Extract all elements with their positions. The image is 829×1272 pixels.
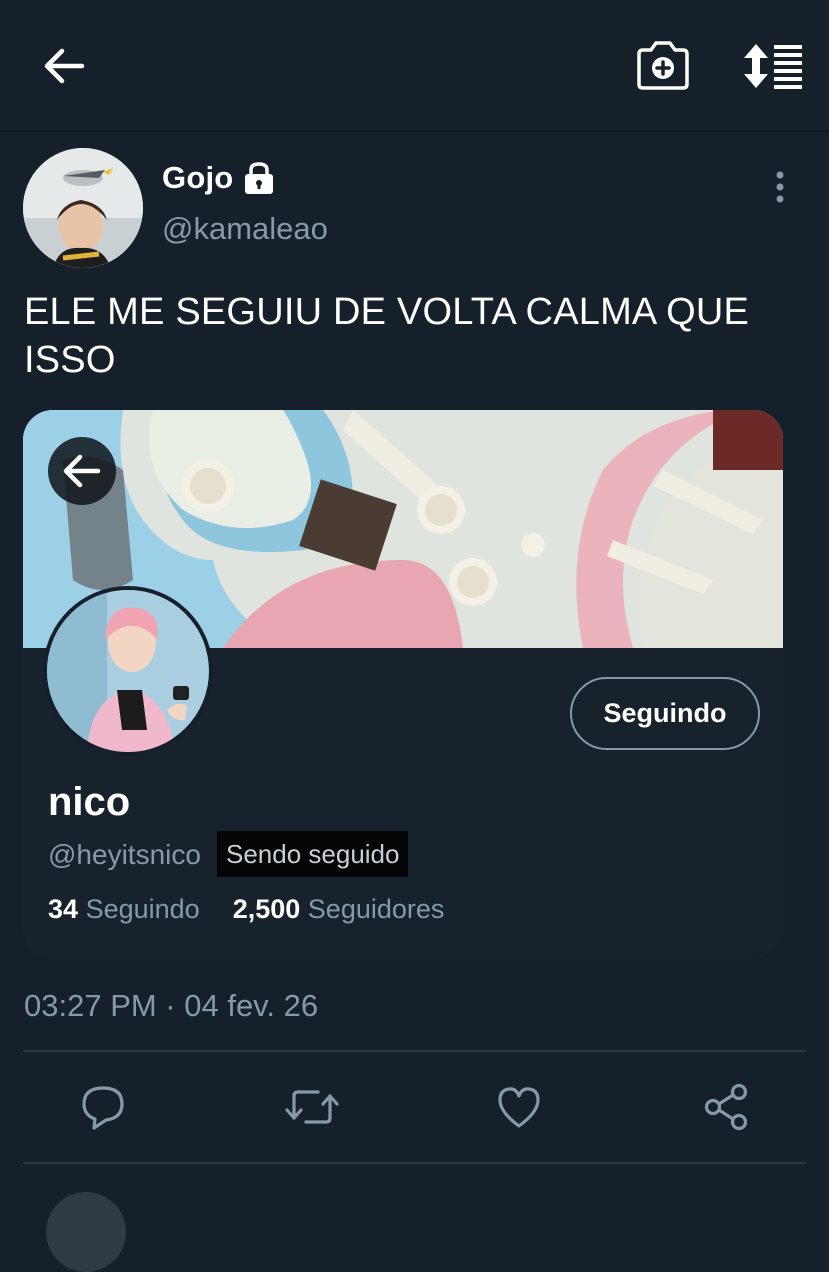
author-avatar[interactable] — [23, 148, 143, 268]
next-reply-avatar[interactable] — [46, 1192, 126, 1272]
profile-name: nico — [48, 780, 131, 824]
follows-you-badge: Sendo seguido — [217, 831, 409, 877]
top-app-bar — [0, 0, 829, 132]
tweet-text: ELE ME SEGUIU DE VOLTA CALMA QUE ISSO — [24, 291, 750, 381]
author-handle[interactable]: @kamaleao — [162, 211, 328, 247]
share-icon[interactable] — [702, 1082, 752, 1132]
divider — [23, 1162, 806, 1164]
sort-list-icon[interactable] — [740, 40, 806, 92]
more-options-icon[interactable] — [764, 168, 796, 208]
profile-stats: 34 Seguindo 2,500 Seguidores — [48, 894, 444, 925]
arrow-left-icon — [48, 437, 116, 505]
like-icon[interactable] — [494, 1082, 544, 1132]
camera-plus-icon[interactable] — [634, 38, 692, 94]
profile-card-image[interactable]: Seguindo nico @heyitsnico Sendo seguido … — [23, 410, 783, 958]
profile-handle: @heyitsnico — [48, 839, 201, 870]
author-name[interactable]: Gojo — [162, 160, 233, 196]
profile-avatar — [43, 586, 213, 756]
lock-icon — [241, 160, 277, 196]
following-count: 34 — [48, 894, 79, 924]
retweet-icon[interactable] — [284, 1082, 340, 1132]
tweet-timestamp: 03:27 PM · 04 fev. 26 — [24, 988, 319, 1023]
following-button: Seguindo — [570, 677, 760, 750]
followers-count: 2,500 — [232, 894, 301, 924]
following-label: Seguindo — [85, 894, 200, 924]
divider — [23, 1050, 806, 1052]
followers-label: Seguidores — [307, 894, 445, 924]
arrow-left-icon[interactable] — [38, 40, 90, 92]
reply-icon[interactable] — [78, 1082, 128, 1132]
